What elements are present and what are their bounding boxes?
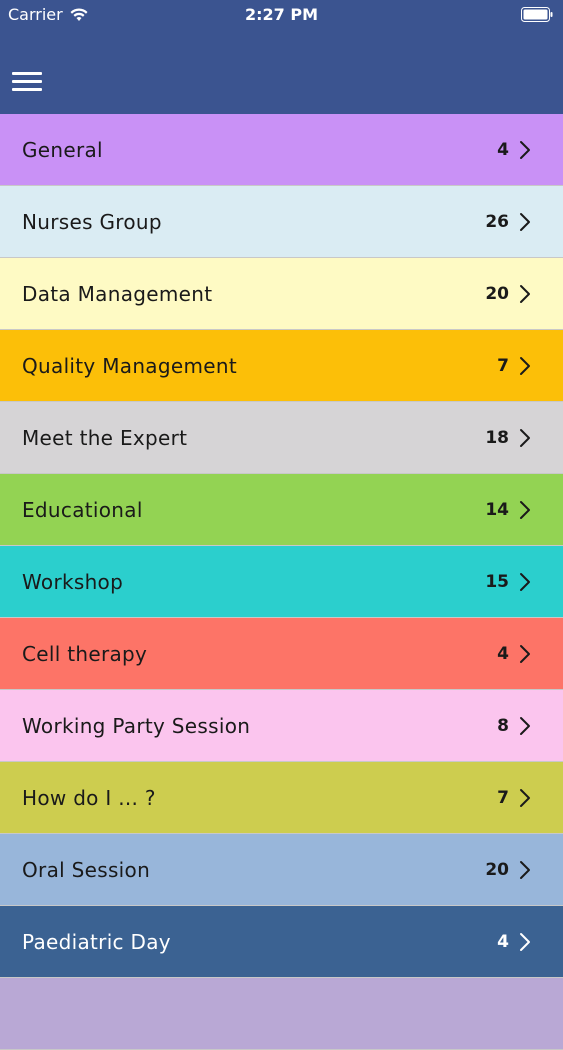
battery-icon [521, 7, 553, 22]
list-item-count: 4 [497, 643, 509, 664]
list-item-label: Educational [22, 497, 143, 522]
chevron-right-icon [520, 284, 530, 303]
list-item-count: 7 [497, 787, 509, 808]
chevron-right-icon [520, 500, 530, 519]
chevron-right-icon [520, 356, 530, 375]
chevron-right-icon [520, 212, 530, 231]
list-item-count: 18 [485, 427, 509, 448]
status-time: 2:27 PM [244, 5, 318, 24]
list-item[interactable]: Meet the Expert 18 [0, 402, 563, 474]
chevron-right-icon [520, 716, 530, 735]
list-item[interactable]: Paediatric Day 4 [0, 906, 563, 978]
chevron-right-icon [520, 788, 530, 807]
chevron-right-icon [520, 644, 530, 663]
list-item-label: Data Management [22, 281, 213, 306]
list-item[interactable] [0, 978, 563, 1050]
navigation-bar [0, 30, 563, 114]
list-item-label: Paediatric Day [22, 929, 171, 954]
list-item[interactable]: How do I ... ? 7 [0, 762, 563, 834]
list-item-label: Oral Session [22, 857, 151, 882]
list-item-count: 7 [497, 355, 509, 376]
hamburger-menu-icon[interactable] [12, 70, 42, 94]
list-item-label: Meet the Expert [22, 425, 188, 450]
list-item-label: Quality Management [22, 353, 237, 378]
list-item-label: Cell therapy [22, 641, 148, 666]
list-item-count: 20 [485, 859, 509, 880]
list-item-count: 4 [497, 139, 509, 160]
list-item-label: Workshop [22, 569, 124, 594]
list-item[interactable]: Quality Management 7 [0, 330, 563, 402]
list-item-label: How do I ... ? [22, 785, 156, 810]
list-item-count: 20 [485, 283, 509, 304]
list-item[interactable]: Educational 14 [0, 474, 563, 546]
chevron-right-icon [520, 572, 530, 591]
chevron-right-icon [520, 140, 530, 159]
list-item-count: 8 [497, 715, 509, 736]
list-item-count: 4 [497, 931, 509, 952]
list-item-label: General [22, 137, 103, 162]
list-item[interactable]: Nurses Group 26 [0, 186, 563, 258]
list-item[interactable]: Workshop 15 [0, 546, 563, 618]
list-item[interactable]: Cell therapy 4 [0, 618, 563, 690]
chevron-right-icon [520, 860, 530, 879]
chevron-right-icon [520, 932, 530, 951]
category-list: General 4 Nurses Group 26 Data Management 20 Q… [0, 114, 563, 1050]
chevron-right-icon [520, 428, 530, 447]
list-item-count: 14 [485, 499, 509, 520]
list-item[interactable]: Data Management 20 [0, 258, 563, 330]
list-item-count: 15 [485, 571, 509, 592]
list-item[interactable]: Oral Session 20 [0, 834, 563, 906]
list-item[interactable]: Working Party Session 8 [0, 690, 563, 762]
status-bar: Carrier 2:27 PM [0, 0, 563, 30]
list-item[interactable]: General 4 [0, 114, 563, 186]
list-item-label: Nurses Group [22, 209, 162, 234]
list-item-label: Working Party Session [22, 713, 251, 738]
list-item-count: 26 [485, 211, 509, 232]
